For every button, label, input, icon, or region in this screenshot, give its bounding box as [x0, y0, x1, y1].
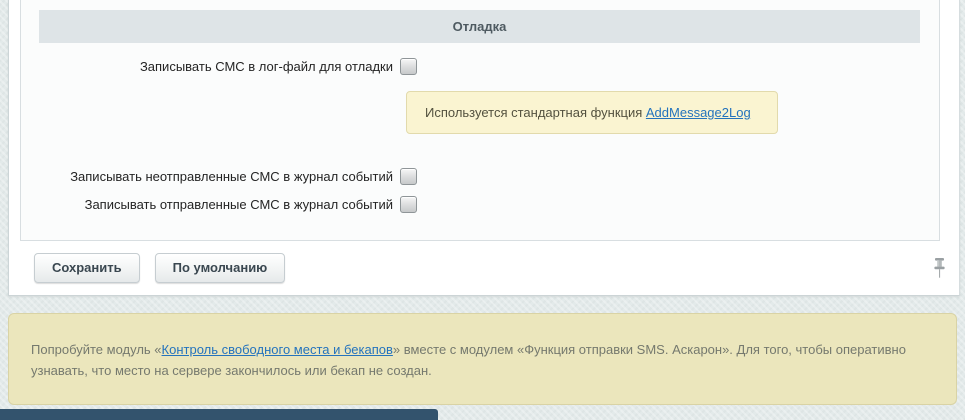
log-file-checkbox[interactable]	[400, 58, 417, 75]
info-note-box: Используется стандартная функция AddMess…	[406, 91, 778, 134]
log-file-label: Записывать СМС в лог-файл для отладки	[21, 59, 400, 74]
promo-notice: Попробуйте модуль «Контроль свободного м…	[8, 313, 957, 405]
pin-icon[interactable]	[932, 257, 947, 280]
settings-form-panel: Отладка Записывать СМС в лог-файл для от…	[20, 0, 940, 241]
unsent-sms-checkbox[interactable]	[400, 168, 417, 185]
default-button[interactable]: По умолчанию	[155, 253, 286, 283]
form-row-log-file: Записывать СМС в лог-файл для отладки	[21, 58, 417, 75]
sent-sms-label: Записывать отправленные СМС в журнал соб…	[21, 197, 400, 212]
backup-module-link[interactable]: Контроль свободного места и бекапов	[162, 342, 393, 357]
buttons-bar: Сохранить По умолчанию	[34, 253, 285, 283]
save-button[interactable]: Сохранить	[34, 253, 140, 283]
footer-bar	[0, 409, 438, 420]
unsent-sms-label: Записывать неотправленные СМС в журнал с…	[21, 169, 400, 184]
form-row-sent-sms: Записывать отправленные СМС в журнал соб…	[21, 196, 417, 213]
content-container: Отладка Записывать СМС в лог-файл для от…	[8, 0, 960, 296]
form-row-unsent-sms: Записывать неотправленные СМС в журнал с…	[21, 168, 417, 185]
info-note-text: Используется стандартная функция AddMess…	[425, 105, 751, 120]
section-header-debug: Отладка	[39, 10, 920, 43]
notice-text-start: Попробуйте модуль «	[31, 342, 162, 357]
addmessage2log-link[interactable]: AddMessage2Log	[646, 105, 751, 120]
section-title: Отладка	[453, 19, 507, 34]
settings-page: { "section": { "title": "Отладка" }, "fo…	[0, 0, 965, 420]
sent-sms-checkbox[interactable]	[400, 196, 417, 213]
